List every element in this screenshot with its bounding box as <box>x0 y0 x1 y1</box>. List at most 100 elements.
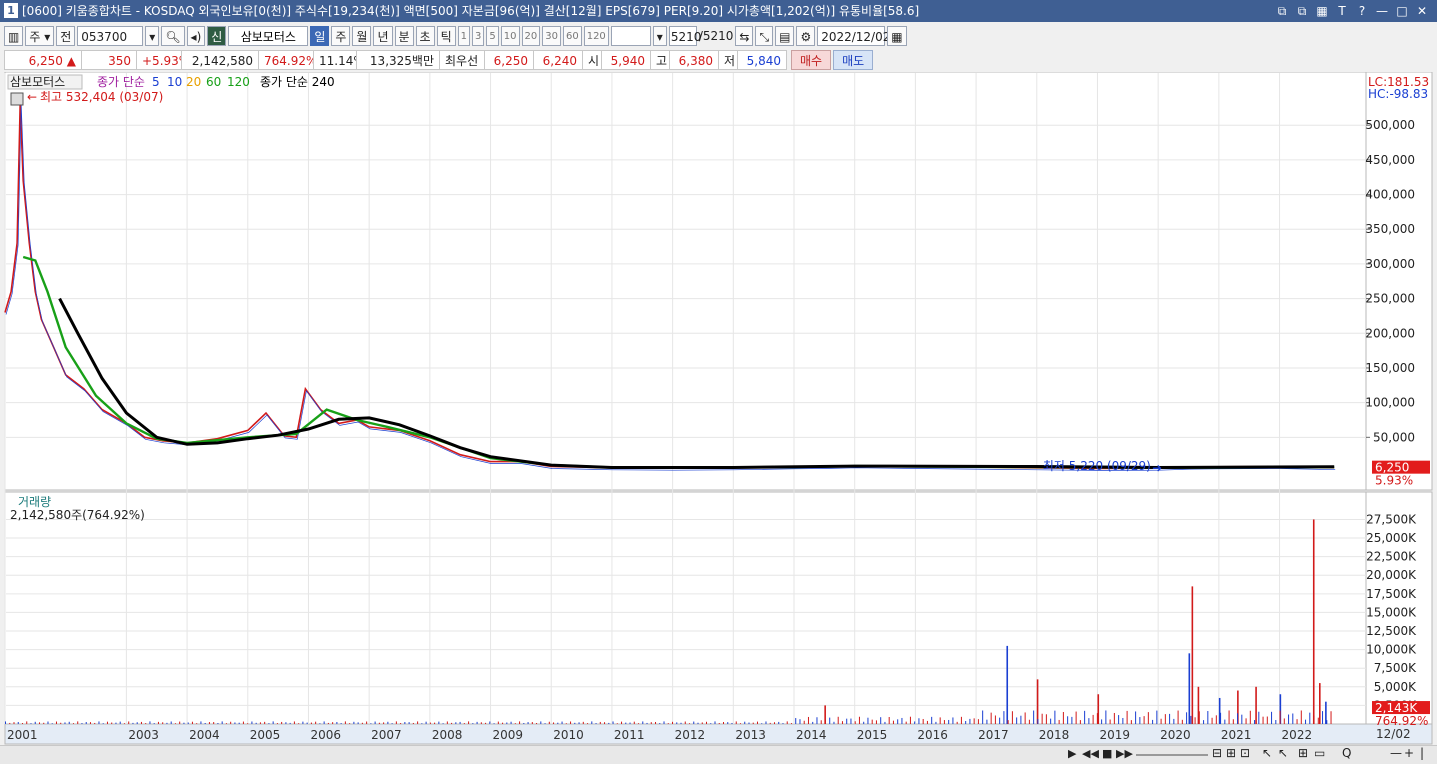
volume-bar <box>892 720 894 724</box>
volume-bar <box>965 721 967 724</box>
x-tick-label: 2010 <box>553 728 584 742</box>
code-dropdown-icon[interactable]: ▾ <box>145 26 160 46</box>
volume-bar <box>344 721 346 724</box>
copy-window-icon[interactable]: ⧉ <box>1295 0 1309 22</box>
volume-bar <box>1007 720 1009 724</box>
stock-chart[interactable]: 최저 5,220 (09/29) ➜ 2001 2003 2004 2005 2006 20… <box>0 72 1437 745</box>
maximize-icon[interactable]: □ <box>1395 0 1409 22</box>
cursor-icon[interactable]: ↖ <box>1262 746 1272 760</box>
period-year[interactable]: 년 <box>373 26 393 46</box>
interval-input[interactable] <box>610 26 651 46</box>
rewind-button[interactable]: ◀◀ <box>1082 747 1099 760</box>
table-icon[interactable] <box>10 92 24 106</box>
volume-bar <box>293 721 295 724</box>
volume-bar <box>374 721 376 724</box>
restore-icon[interactable]: ⧉ <box>1275 0 1289 22</box>
play-button[interactable]: ▶ <box>1068 747 1076 760</box>
volume-bar <box>1300 710 1302 724</box>
date-input[interactable]: 2022/12/02 <box>817 26 890 46</box>
chart-menu-icon[interactable]: ▥ <box>4 26 24 46</box>
tool-1-icon[interactable]: ⊟ <box>1212 746 1222 760</box>
volume-bar <box>115 722 117 724</box>
best-bid-2: 6,240 <box>533 50 583 70</box>
period-second[interactable]: 초 <box>415 26 435 46</box>
tool-3-icon[interactable]: ⊡ <box>1240 746 1250 760</box>
volume-bar <box>459 721 461 724</box>
minimize-icon[interactable]: — <box>1375 0 1389 22</box>
interval-120[interactable]: 120 <box>583 26 609 46</box>
pin-icon[interactable]: ▦ <box>1315 0 1329 22</box>
volume-bar <box>1143 716 1145 724</box>
volume-bar <box>1130 720 1132 724</box>
volume-bar <box>140 721 142 724</box>
tool-2-icon[interactable]: ⊞ <box>1226 746 1236 760</box>
interval-5[interactable]: 5 <box>486 26 499 46</box>
volume-bar <box>969 718 971 724</box>
sell-button[interactable]: 매도 <box>833 50 874 70</box>
sound-icon[interactable]: ◂) <box>186 26 206 46</box>
indicator-icon[interactable]: ⤡ <box>755 26 774 46</box>
period-month[interactable]: 월 <box>352 26 372 46</box>
volume-panel[interactable] <box>4 491 1367 725</box>
link-icon[interactable]: ⇆ <box>735 26 754 46</box>
volume-bar <box>625 722 627 724</box>
close-icon[interactable]: ✕ <box>1415 0 1429 22</box>
volume-bar <box>217 723 219 724</box>
x-tick-label: 2019 <box>1099 728 1130 742</box>
x-tick-label: 2008 <box>432 728 463 742</box>
stop-button[interactable]: ■ <box>1102 747 1112 760</box>
period-tick[interactable]: 틱 <box>436 26 456 46</box>
volume-bar <box>672 721 674 724</box>
interval-3[interactable]: 3 <box>472 26 485 46</box>
type-select[interactable]: 주 ▾ <box>25 26 55 46</box>
zoom-slider[interactable] <box>1136 754 1208 756</box>
help-icon[interactable]: ? <box>1355 0 1369 22</box>
price-tick-label: 200,000 <box>1365 326 1415 340</box>
interval-dropdown-icon[interactable]: ▾ <box>652 26 667 46</box>
forward-button[interactable]: ▶▶ <box>1116 747 1133 760</box>
box-icon[interactable]: ▭ <box>1314 746 1325 760</box>
volume-bar <box>179 721 181 724</box>
buy-button[interactable]: 매수 <box>791 50 832 70</box>
period-minute[interactable]: 분 <box>394 26 414 46</box>
volume-bar <box>888 717 890 724</box>
zoom-in-icon[interactable]: + <box>1404 746 1414 760</box>
volume-bar <box>761 723 763 724</box>
volume-bar <box>1036 679 1039 724</box>
price-panel[interactable] <box>4 72 1367 491</box>
volume-bar <box>599 721 601 724</box>
search-icon[interactable]: 🔍︎ <box>161 26 185 46</box>
volume-bar <box>739 723 741 724</box>
cursor-2-icon[interactable]: ↖ <box>1278 746 1288 760</box>
interval-60[interactable]: 60 <box>562 26 582 46</box>
x-tick-label: 2006 <box>310 728 341 742</box>
volume-bar <box>1071 716 1073 724</box>
calendar-icon[interactable]: ▦ <box>887 26 907 46</box>
period-week[interactable]: 주 <box>331 26 351 46</box>
volume-bar <box>1147 712 1149 724</box>
zoom-icon[interactable]: Q <box>1342 746 1351 760</box>
volume-bar <box>735 721 737 724</box>
grid-icon[interactable]: ⊞ <box>1298 746 1308 760</box>
gear-icon[interactable]: ⚙ <box>796 26 816 46</box>
volume-bar <box>162 722 164 724</box>
volume-bar <box>183 722 185 724</box>
interval-20[interactable]: 20 <box>521 26 541 46</box>
prev-button[interactable]: 전 <box>56 26 76 46</box>
interval-1[interactable]: 1 <box>457 26 471 46</box>
font-icon[interactable]: T <box>1335 0 1349 22</box>
volume-bar <box>272 721 274 724</box>
volume-bar <box>489 721 491 724</box>
code-input[interactable]: 053700 <box>77 26 144 46</box>
zoom-out-icon[interactable]: — <box>1390 746 1402 760</box>
volume-title: 거래량 <box>18 495 51 509</box>
count-input[interactable]: 5210 <box>668 26 701 46</box>
volume-bar <box>960 716 962 724</box>
interval-10[interactable]: 10 <box>500 26 520 46</box>
volume-bar <box>604 722 606 724</box>
interval-30[interactable]: 30 <box>542 26 561 46</box>
trade-amount: 13,325백만 <box>356 50 440 70</box>
period-day[interactable]: 일 <box>310 26 330 46</box>
volume-bar <box>238 722 240 724</box>
save-icon[interactable]: ▤ <box>775 26 795 46</box>
